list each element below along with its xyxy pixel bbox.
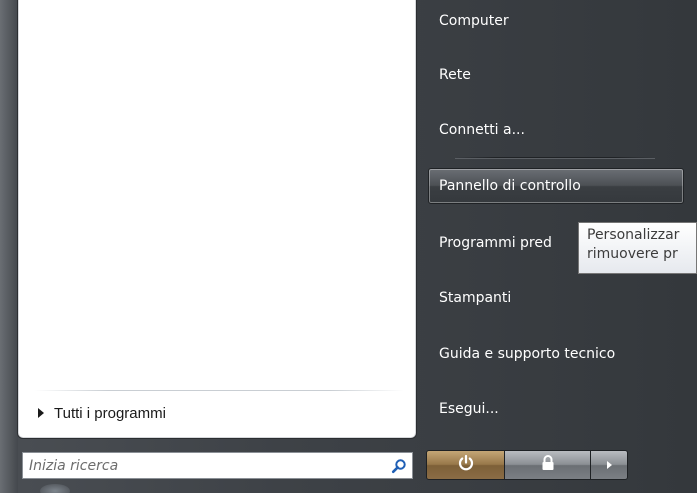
triangle-right-icon — [38, 408, 44, 418]
all-programs-separator — [34, 390, 404, 391]
menu-item-network[interactable]: Rete — [429, 57, 683, 93]
start-menu-left-edge — [0, 0, 18, 493]
menu-item-printers[interactable]: Stampanti — [429, 280, 683, 316]
search-box[interactable] — [22, 452, 413, 479]
lock-icon — [539, 454, 557, 476]
search-input[interactable] — [23, 453, 386, 478]
menu-item-label: Stampanti — [439, 290, 512, 306]
power-button[interactable] — [427, 451, 505, 479]
all-programs-label: Tutti i programmi — [54, 404, 166, 422]
more-options-button[interactable] — [591, 451, 627, 479]
tooltip-line: rimuovere pr — [587, 246, 678, 262]
menu-separator — [455, 157, 655, 159]
menu-item-label: Pannello di controllo — [439, 178, 581, 194]
menu-item-label: Guida e supporto tecnico — [439, 346, 616, 362]
menu-item-connect-to[interactable]: Connetti a... — [429, 112, 683, 148]
menu-item-label: Esegui... — [439, 401, 499, 417]
tooltip-line: Personalizzar — [587, 227, 680, 243]
menu-item-label: Computer — [439, 13, 509, 29]
orb-glow — [40, 484, 70, 493]
arrow-right-icon — [604, 456, 614, 475]
menu-item-run[interactable]: Esegui... — [429, 391, 683, 427]
menu-item-label: Connetti a... — [439, 122, 525, 138]
search-icon[interactable] — [386, 453, 412, 478]
programs-pane — [18, 0, 416, 438]
power-icon — [457, 454, 475, 476]
menu-item-label: Rete — [439, 67, 471, 83]
lock-button[interactable] — [505, 451, 591, 479]
tooltip: Personalizzar rimuovere pr — [578, 222, 697, 274]
menu-item-label: Programmi pred — [439, 235, 552, 251]
all-programs-button[interactable]: Tutti i programmi — [28, 400, 400, 426]
menu-item-computer[interactable]: Computer — [429, 3, 683, 39]
power-button-group — [426, 450, 628, 480]
menu-item-control-panel[interactable]: Pannello di controllo — [428, 168, 684, 204]
menu-item-help-support[interactable]: Guida e supporto tecnico — [429, 336, 683, 372]
